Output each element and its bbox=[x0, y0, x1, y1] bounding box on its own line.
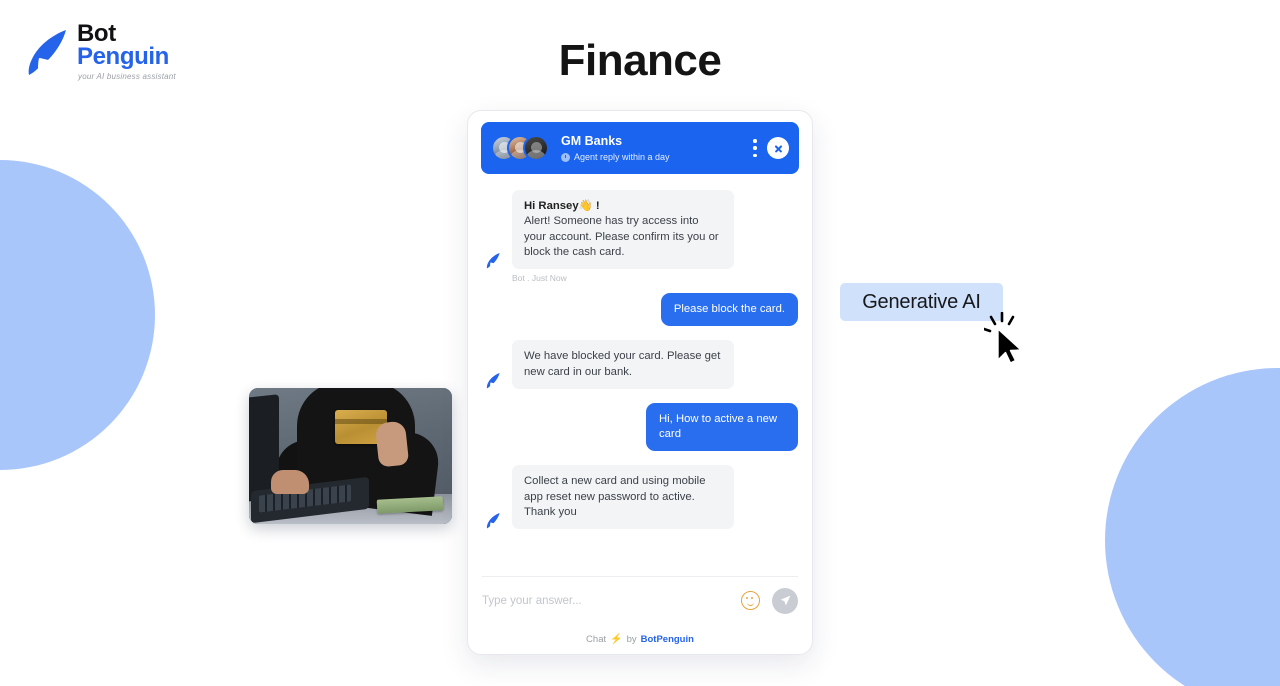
bot-avatar-icon bbox=[482, 367, 504, 389]
message-row-bot: We have blocked your card. Please get ne… bbox=[482, 340, 798, 389]
bot-message-bubble: We have blocked your card. Please get ne… bbox=[512, 340, 734, 389]
message-row-bot: Collect a new card and using mobile app … bbox=[482, 465, 798, 529]
agent-avatars bbox=[491, 133, 553, 163]
bot-avatar-icon bbox=[482, 507, 504, 529]
bot-avatar-icon bbox=[482, 247, 504, 269]
bot-message-text: Alert! Someone has try access into your … bbox=[524, 215, 719, 258]
chat-title: GM Banks bbox=[561, 134, 623, 148]
user-message-bubble: Hi, How to active a new card bbox=[646, 402, 798, 452]
clock-icon bbox=[561, 152, 570, 162]
avatar bbox=[523, 135, 549, 161]
fraud-photo bbox=[249, 388, 452, 524]
chat-footer: Chat ⚡ by BotPenguin bbox=[468, 624, 812, 654]
message-row-bot: Hi Ransey👋 ! Alert! Someone has try acce… bbox=[482, 190, 798, 269]
click-cursor-icon bbox=[984, 312, 1022, 364]
chat-status: Agent reply within a day bbox=[574, 152, 670, 162]
bot-message-bubble: Collect a new card and using mobile app … bbox=[512, 465, 734, 529]
generative-ai-callout[interactable]: Generative AI bbox=[840, 283, 1003, 321]
wave-emoji-icon: 👋 bbox=[578, 200, 593, 212]
user-message-bubble: Please block the card. bbox=[660, 293, 798, 327]
send-paper-plane-icon bbox=[780, 595, 790, 606]
footer-brand-link[interactable]: BotPenguin bbox=[641, 634, 694, 645]
page-title: Finance bbox=[558, 36, 722, 85]
message-row-user: Hi, How to active a new card bbox=[482, 402, 798, 452]
three-dots-icon[interactable] bbox=[753, 139, 757, 157]
lightning-bolt-icon: ⚡ bbox=[610, 633, 623, 645]
decorative-blob-right bbox=[1105, 368, 1280, 686]
chat-header: GM Banks Agent reply within a day bbox=[481, 122, 799, 174]
message-input[interactable] bbox=[482, 594, 729, 607]
footer-by-label: by bbox=[626, 633, 637, 645]
message-row-user: Please block the card. bbox=[482, 293, 798, 327]
bot-message-bubble: Hi Ransey👋 ! Alert! Someone has try acce… bbox=[512, 190, 734, 269]
close-button[interactable] bbox=[767, 137, 789, 159]
chat-input-bar bbox=[482, 576, 798, 624]
greeting-text: Hi Ransey bbox=[524, 200, 579, 212]
message-timestamp: Bot . Just Now bbox=[512, 273, 567, 283]
page-canvas: Bot Penguin your AI business assistant F… bbox=[0, 0, 1280, 686]
generative-ai-label: Generative AI bbox=[862, 290, 981, 313]
close-icon bbox=[774, 144, 783, 153]
send-button[interactable] bbox=[772, 587, 798, 614]
chat-widget: GM Banks Agent reply within a day Hi Ran… bbox=[467, 110, 813, 655]
decorative-blob-left bbox=[0, 160, 155, 470]
emoji-smiley-icon[interactable] bbox=[741, 591, 760, 610]
greeting-suffix: ! bbox=[592, 200, 600, 212]
footer-chat-label: Chat bbox=[586, 633, 607, 645]
message-list: Hi Ransey👋 ! Alert! Someone has try acce… bbox=[468, 174, 812, 576]
